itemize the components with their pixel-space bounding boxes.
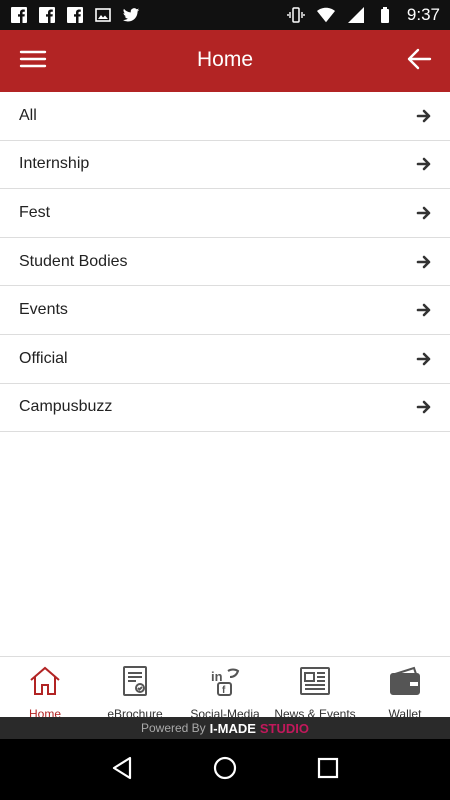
home-icon <box>28 665 62 701</box>
arrow-left-icon <box>406 47 432 75</box>
list-item-label: All <box>19 106 37 124</box>
powered-by-footer: Powered By I-MADE STUDIO <box>0 717 450 739</box>
arrow-right-icon <box>416 351 432 367</box>
vibrate-icon <box>287 6 305 24</box>
status-clock: 9:37 <box>406 5 440 24</box>
list-item-label: Official <box>19 349 68 367</box>
signal-icon <box>347 6 365 24</box>
image-icon <box>94 6 112 24</box>
system-home-button[interactable] <box>210 755 240 785</box>
category-list: All Internship Fest Student Bodies Event… <box>0 92 450 656</box>
list-item-label: Student Bodies <box>19 252 128 270</box>
brand-name: I-MADE <box>209 720 256 736</box>
list-item-official[interactable]: Official <box>0 335 450 384</box>
system-navigation-bar <box>0 739 450 800</box>
list-item-fest[interactable]: Fest <box>0 189 450 238</box>
facebook-icon <box>66 6 84 24</box>
nav-item-social-media[interactable]: in f Social-Media <box>180 657 270 721</box>
notification-icons <box>10 6 140 24</box>
app-bar: Home <box>0 30 450 92</box>
arrow-right-icon <box>416 302 432 318</box>
list-item-internship[interactable]: Internship <box>0 141 450 190</box>
nav-item-home[interactable]: Home <box>0 657 90 721</box>
list-item-label: Fest <box>19 203 51 221</box>
square-recents-icon <box>316 756 340 784</box>
page-title: Home <box>196 48 254 71</box>
facebook-icon <box>10 6 28 24</box>
twitter-icon <box>122 6 140 24</box>
back-button[interactable] <box>404 47 434 75</box>
bottom-navigation: Home eBrochure in f Social-Media News & E… <box>0 656 450 721</box>
status-bar: 9:37 <box>0 0 450 30</box>
arrow-right-icon <box>416 399 432 415</box>
system-back-button[interactable] <box>107 755 137 785</box>
arrow-right-icon <box>416 108 432 124</box>
triangle-back-icon <box>110 755 134 785</box>
powered-by-text: Powered By <box>140 721 206 735</box>
wifi-icon <box>316 6 335 24</box>
social-media-icon: in f <box>208 665 242 701</box>
list-item-student-bodies[interactable]: Student Bodies <box>0 238 450 287</box>
circle-home-icon <box>212 755 238 785</box>
nav-item-news-events[interactable]: News & Events <box>270 657 360 721</box>
list-item-campusbuzz[interactable]: Campusbuzz <box>0 384 450 433</box>
battery-icon <box>377 6 395 24</box>
facebook-icon <box>38 6 56 24</box>
list-item-all[interactable]: All <box>0 92 450 141</box>
system-recents-button[interactable] <box>313 755 343 785</box>
brochure-icon <box>118 665 152 701</box>
brand-suffix: STUDIO <box>259 720 310 736</box>
wallet-icon <box>388 665 422 701</box>
svg-text:in: in <box>211 669 223 684</box>
list-item-label: Events <box>19 301 68 319</box>
nav-item-ebrochure[interactable]: eBrochure <box>90 657 180 721</box>
list-item-label: Campusbuzz <box>19 398 113 416</box>
arrow-right-icon <box>416 156 432 172</box>
nav-item-wallet[interactable]: Wallet <box>360 657 450 721</box>
system-status-icons: 9:37 <box>287 5 440 25</box>
arrow-right-icon <box>416 254 432 270</box>
arrow-right-icon <box>416 205 432 221</box>
list-item-events[interactable]: Events <box>0 286 450 335</box>
newspaper-icon <box>298 665 332 701</box>
list-item-label: Internship <box>19 155 90 173</box>
